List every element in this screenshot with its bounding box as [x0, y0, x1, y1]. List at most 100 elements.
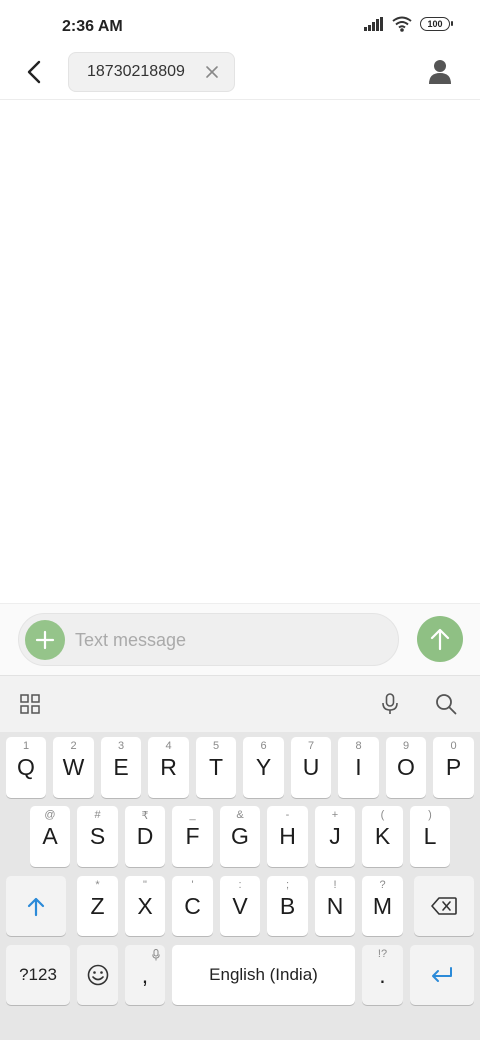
shift-icon — [27, 897, 45, 917]
key-label: M — [372, 892, 393, 919]
conversation-header: 18730218809 — [0, 52, 480, 100]
key-label: K — [374, 823, 391, 849]
key-a[interactable]: @ A — [30, 806, 70, 867]
keyboard-search-button[interactable] — [432, 690, 460, 718]
key-hint: " — [143, 879, 147, 891]
key-hint: * — [95, 879, 100, 891]
key-label: A — [42, 823, 58, 849]
enter-key[interactable] — [410, 945, 474, 1005]
key-hint: 9 — [402, 740, 410, 752]
period-key[interactable]: !? . — [362, 945, 403, 1005]
key-h[interactable]: -H — [267, 806, 308, 867]
key-r[interactable]: 4R — [148, 737, 189, 798]
key-label: N — [326, 892, 344, 919]
key-hint: !? — [377, 948, 388, 960]
contact-button[interactable] — [424, 56, 456, 88]
key-k[interactable]: (K — [362, 806, 403, 867]
back-arrow-icon — [27, 60, 41, 84]
key-hint: _ — [189, 809, 196, 821]
contact-icon — [429, 60, 451, 84]
key-hint: 6 — [260, 740, 267, 752]
key-m[interactable]: ? M — [362, 876, 403, 936]
message-list — [0, 100, 480, 603]
key-label: I — [355, 754, 362, 780]
key-label: V — [232, 892, 248, 919]
symbols-key[interactable]: ?123 — [6, 945, 70, 1005]
back-button[interactable] — [18, 56, 50, 88]
plus-icon — [35, 630, 55, 650]
backspace-key[interactable] — [414, 876, 474, 936]
recipient-number: 18730218809 — [87, 63, 185, 80]
key-w[interactable]: 2W — [53, 737, 94, 798]
message-input[interactable] — [75, 622, 375, 658]
voice-input-button[interactable] — [376, 690, 404, 718]
key-p[interactable]: 0P — [433, 737, 474, 798]
key-z[interactable]: * Z — [77, 876, 118, 936]
recipient-chip[interactable]: 18730218809 — [68, 52, 235, 92]
attach-button[interactable] — [25, 620, 65, 660]
soft-keyboard: 1Q 2W 3E 4R 5T 6Y 7U 8I 9O 0P @ A # S ₹ D _… — [0, 732, 480, 1040]
key-u[interactable]: 7U — [291, 737, 331, 798]
key-x[interactable]: " X — [125, 876, 165, 936]
key-o[interactable]: 9O — [386, 737, 426, 798]
key-v[interactable]: :V — [220, 876, 260, 936]
key-q[interactable]: 1Q — [6, 737, 46, 798]
key-s[interactable]: # S — [77, 806, 118, 867]
close-icon[interactable] — [204, 64, 220, 80]
backspace-icon — [431, 897, 457, 915]
key-l[interactable]: ) L — [410, 806, 450, 867]
status-bar: 2:36 AM 100 — [0, 0, 480, 52]
key-g[interactable]: & G — [220, 806, 260, 867]
key-i[interactable]: 8I — [338, 737, 379, 798]
emoji-icon — [87, 964, 108, 986]
status-time: 2:36 AM — [62, 18, 123, 35]
comma-label: , — [141, 961, 149, 988]
apps-grid-button[interactable] — [16, 690, 44, 718]
search-icon — [436, 694, 457, 715]
key-hint: 1 — [22, 740, 30, 752]
shift-key[interactable] — [6, 876, 66, 936]
key-d[interactable]: ₹ D — [125, 806, 165, 867]
send-button[interactable] — [417, 616, 463, 662]
key-label: W — [62, 754, 85, 780]
status-icons: 100 — [364, 16, 453, 32]
symbols-label: ?123 — [19, 965, 57, 984]
compose-bar — [0, 603, 480, 675]
signal-icon — [364, 17, 383, 31]
battery-level: 100 — [427, 19, 443, 29]
emoji-key[interactable] — [77, 945, 118, 1005]
key-hint: ) — [428, 809, 432, 821]
key-hint: ; — [285, 879, 290, 891]
key-f[interactable]: _ F — [172, 806, 213, 867]
key-label: F — [185, 823, 200, 849]
key-b[interactable]: ; B — [267, 876, 308, 936]
key-hint: : — [238, 879, 242, 891]
key-label: B — [279, 892, 296, 919]
key-label: S — [89, 823, 106, 849]
key-j[interactable]: + J — [315, 806, 355, 867]
key-n[interactable]: ! N — [315, 876, 355, 936]
key-label: T — [208, 754, 224, 780]
key-hint: ? — [379, 879, 386, 891]
key-t[interactable]: 5T — [196, 737, 236, 798]
send-arrow-icon — [430, 628, 450, 651]
compose-field — [18, 613, 399, 666]
key-hint: 2 — [70, 740, 77, 752]
key-label: E — [113, 754, 129, 780]
key-c[interactable]: ' C — [172, 876, 213, 936]
key-hint: & — [236, 809, 244, 821]
key-label: C — [184, 892, 201, 919]
key-label: X — [137, 892, 153, 919]
key-y[interactable]: 6Y — [243, 737, 284, 798]
apps-grid-icon — [20, 694, 40, 714]
comma-key[interactable]: , — [125, 945, 165, 1005]
wifi-icon — [392, 16, 412, 32]
space-key[interactable]: English (India) — [172, 945, 355, 1005]
key-hint: 5 — [212, 740, 220, 752]
key-hint: @ — [44, 809, 56, 821]
key-label: Z — [90, 892, 105, 919]
key-label: Y — [255, 754, 272, 780]
key-e[interactable]: 3E — [101, 737, 141, 798]
key-hint: ( — [380, 809, 385, 821]
microphone-hint-icon — [152, 949, 160, 961]
